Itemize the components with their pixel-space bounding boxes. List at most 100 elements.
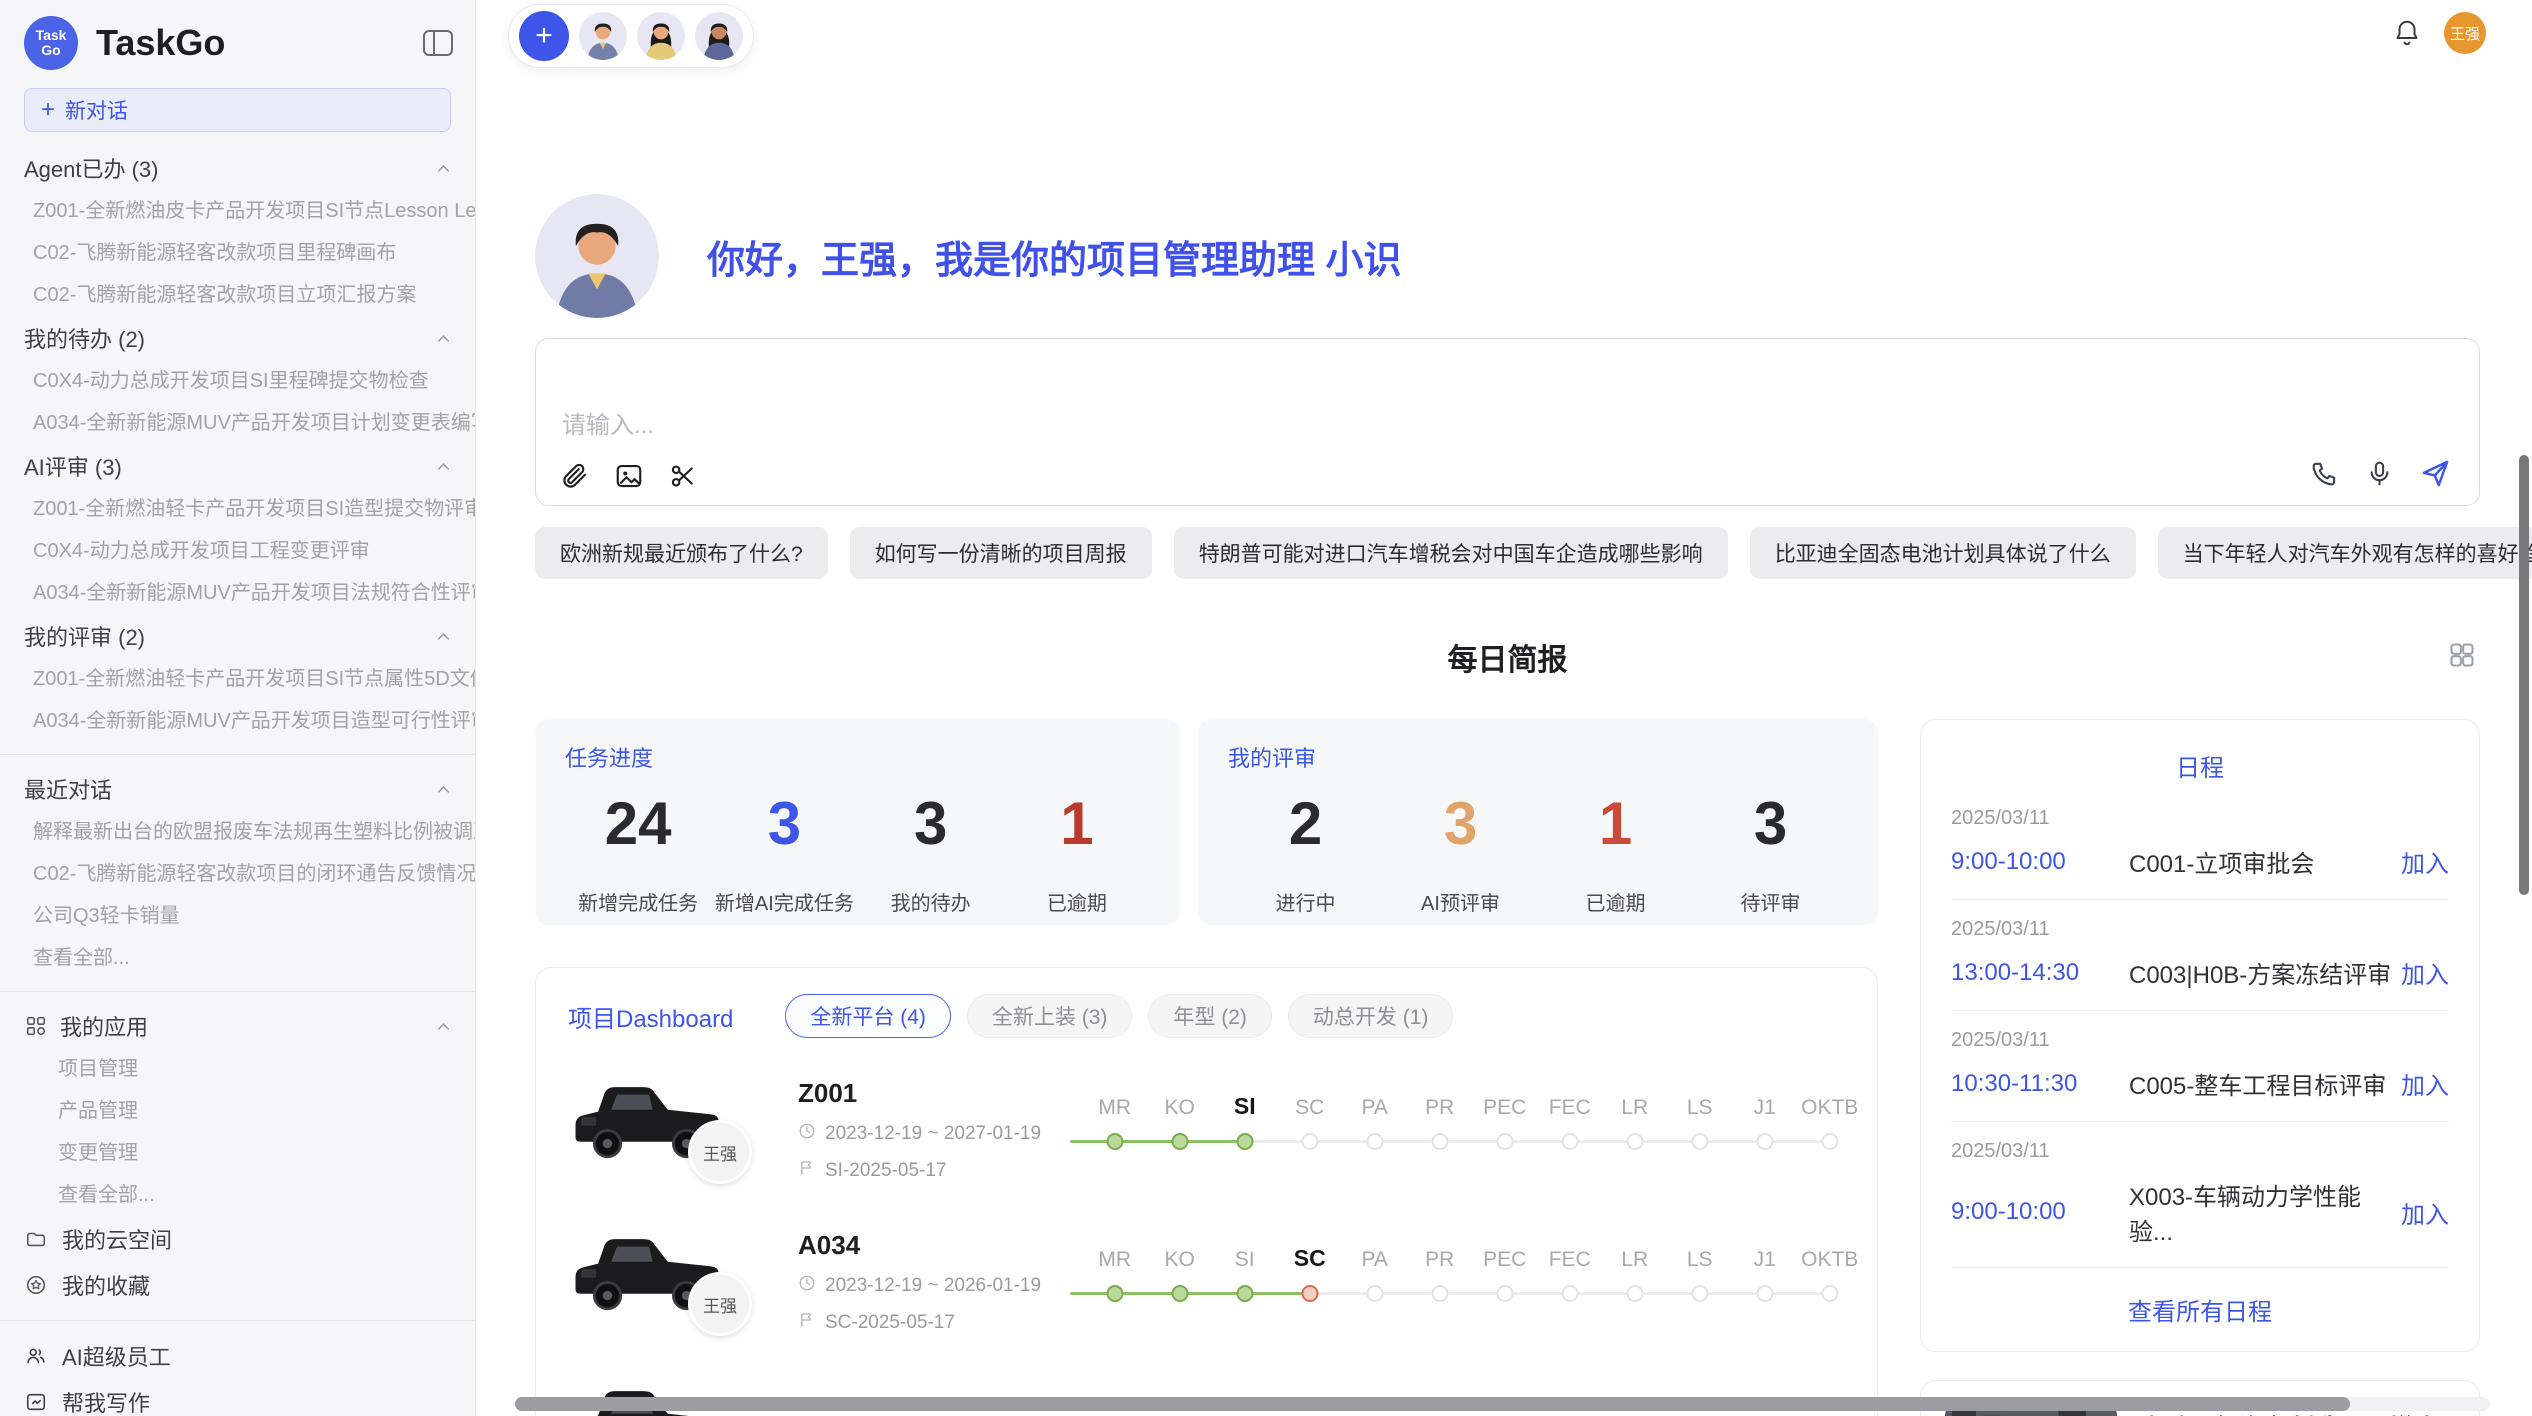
milestone-node[interactable] [1821,1133,1838,1150]
suggestion-chip[interactable]: 特朗普可能对进口汽车增税会对中国车企造成哪些影响 [1174,527,1728,579]
chevron-up-icon[interactable] [434,780,453,799]
milestone-label: OKTB [1801,1248,1858,1272]
sidebar-tool[interactable]: 帮我写作 [0,1379,475,1416]
member-avatar[interactable] [579,12,627,60]
join-button[interactable]: 加入 [2401,1066,2449,1101]
image-upload-icon[interactable] [614,461,644,491]
project-row[interactable]: 王强 Z001 2023-12-19 ~ 2027-01-19 SI-2025-… [568,1072,1845,1190]
milestone-node[interactable] [1496,1285,1513,1302]
sidebar-section-header[interactable]: 我的评审 (2) [0,614,475,658]
sidebar-section-header[interactable]: 我的待办 (2) [0,316,475,360]
schedule-event-title: X003-车辆动力学性能验... [2129,1177,2401,1247]
chevron-up-icon[interactable] [434,1017,453,1036]
project-code: Z001 [798,1078,1058,1109]
timeline-progress [1070,1140,1245,1143]
sidebar-item[interactable]: C0X4-动力总成开发项目工程变更评审 [0,530,475,572]
milestone-node[interactable] [1301,1133,1318,1150]
new-chat-button[interactable]: + 新对话 [24,88,451,132]
milestone-node[interactable] [1366,1133,1383,1150]
sidebar-item[interactable]: A034-全新新能源MUV产品开发项目计划变更表编写 [0,402,475,444]
microphone-icon[interactable] [2365,459,2394,488]
sidebar-link[interactable]: 我的云空间 [0,1216,475,1262]
milestone-node[interactable] [1106,1133,1123,1150]
milestone-node[interactable] [1626,1133,1643,1150]
milestone-node[interactable] [1821,1285,1838,1302]
recent-chat-item[interactable]: 解释最新出台的欧盟报废车法规再生塑料比例被调至15%... [0,811,475,853]
sidebar-sections: Agent已办 (3)Z001-全新燃油皮卡产品开发项目SI节点Lesson L… [0,146,475,742]
milestone-node[interactable] [1236,1285,1253,1302]
project-car-image: 王强 [568,1072,780,1190]
suggestion-chip[interactable]: 当下年轻人对汽车外观有怎样的喜好趋势 [2158,527,2532,579]
join-button[interactable]: 加入 [2401,1195,2449,1230]
project-row[interactable]: 王强 A034 2023-12-19 ~ 2026-01-19 SC-2025-… [568,1224,1845,1342]
add-member-button[interactable]: + [519,11,569,61]
sidebar-tool[interactable]: AI超级员工 [0,1333,475,1379]
milestone-label: J1 [1754,1248,1776,1272]
milestone-node[interactable] [1496,1133,1513,1150]
recent-chat-item[interactable]: 查看全部... [0,937,475,979]
milestone-node[interactable] [1301,1285,1318,1302]
sidebar-item[interactable]: Z001-全新燃油轻卡产品开发项目SI造型提交物评审 [0,488,475,530]
milestone-node[interactable] [1691,1133,1708,1150]
chevron-up-icon[interactable] [434,159,453,178]
suggestion-chip[interactable]: 欧洲新规最近颁布了什么? [535,527,828,579]
milestone-node[interactable] [1366,1285,1383,1302]
user-avatar[interactable]: 王强 [2444,12,2486,54]
milestone-node[interactable] [1756,1285,1773,1302]
milestone-node[interactable] [1236,1133,1253,1150]
milestone-node[interactable] [1171,1285,1188,1302]
suggestion-chip[interactable]: 比亚迪全固态电池计划具体说了什么 [1750,527,2136,579]
attachment-icon[interactable] [560,461,590,491]
chevron-up-icon[interactable] [434,329,453,348]
send-icon[interactable] [2420,458,2451,489]
sidebar-collapse-icon[interactable] [421,28,455,58]
sidebar-item[interactable]: C02-飞腾新能源轻客改款项目立项汇报方案 [0,274,475,316]
join-button[interactable]: 加入 [2401,955,2449,990]
member-avatar[interactable] [637,12,685,60]
dashboard-tab[interactable]: 全新平台 (4) [785,994,951,1038]
dashboard-tab[interactable]: 动总开发 (1) [1288,994,1454,1038]
sidebar-item[interactable]: A034-全新新能源MUV产品开发项目法规符合性评审 [0,572,475,614]
phone-call-icon[interactable] [2310,459,2339,488]
app-item[interactable]: 变更管理 [0,1132,475,1174]
notification-bell-icon[interactable] [2392,18,2422,48]
milestone-node[interactable] [1106,1285,1123,1302]
sidebar-link[interactable]: 我的收藏 [0,1262,475,1308]
milestone-node[interactable] [1756,1133,1773,1150]
app-item[interactable]: 查看全部... [0,1174,475,1216]
recent-chat-item[interactable]: 公司Q3轻卡销量 [0,895,475,937]
my-apps-header[interactable]: 我的应用 [0,1004,475,1048]
member-avatar[interactable] [695,12,743,60]
layout-grid-icon[interactable] [2448,641,2476,674]
sidebar-item[interactable]: A034-全新新能源MUV产品开发项目造型可行性评审 [0,700,475,742]
chevron-up-icon[interactable] [434,627,453,646]
milestone-node[interactable] [1691,1285,1708,1302]
milestone-node[interactable] [1561,1133,1578,1150]
sidebar-item[interactable]: Z001-全新燃油皮卡产品开发项目SI节点Lesson Learn报告 [0,190,475,232]
chevron-up-icon[interactable] [434,457,453,476]
sidebar-section-header[interactable]: AI评审 (3) [0,444,475,488]
dashboard-tab[interactable]: 年型 (2) [1148,994,1272,1038]
view-all-schedule-link[interactable]: 查看所有日程 [1951,1292,2449,1327]
join-button[interactable]: 加入 [2401,844,2449,879]
app-item[interactable]: 产品管理 [0,1090,475,1132]
sidebar-item[interactable]: C0X4-动力总成开发项目SI里程碑提交物检查 [0,360,475,402]
app-item[interactable]: 项目管理 [0,1048,475,1090]
plus-icon: + [41,96,55,124]
milestone-node[interactable] [1431,1133,1448,1150]
scissors-icon[interactable] [668,461,698,491]
milestone-node[interactable] [1431,1285,1448,1302]
suggestion-chip[interactable]: 如何写一份清晰的项目周报 [850,527,1152,579]
sidebar-section-header[interactable]: Agent已办 (3) [0,146,475,190]
sidebar-item[interactable]: Z001-全新燃油轻卡产品开发项目SI节点属性5D文件评审 [0,658,475,700]
milestone-node[interactable] [1171,1133,1188,1150]
milestone-node[interactable] [1561,1285,1578,1302]
sidebar-section-header[interactable]: 最近对话 [0,767,475,811]
chat-input[interactable] [562,405,1762,445]
sidebar-item[interactable]: C02-飞腾新能源轻客改款项目里程碑画布 [0,232,475,274]
dashboard-tab[interactable]: 全新上装 (3) [967,994,1133,1038]
recent-chat-item[interactable]: C02-飞腾新能源轻客改款项目的闭环通告反馈情况 [0,853,475,895]
milestone-node[interactable] [1626,1285,1643,1302]
horizontal-scrollbar-thumb[interactable] [515,1397,2350,1411]
vertical-scrollbar-thumb[interactable] [2519,455,2529,895]
